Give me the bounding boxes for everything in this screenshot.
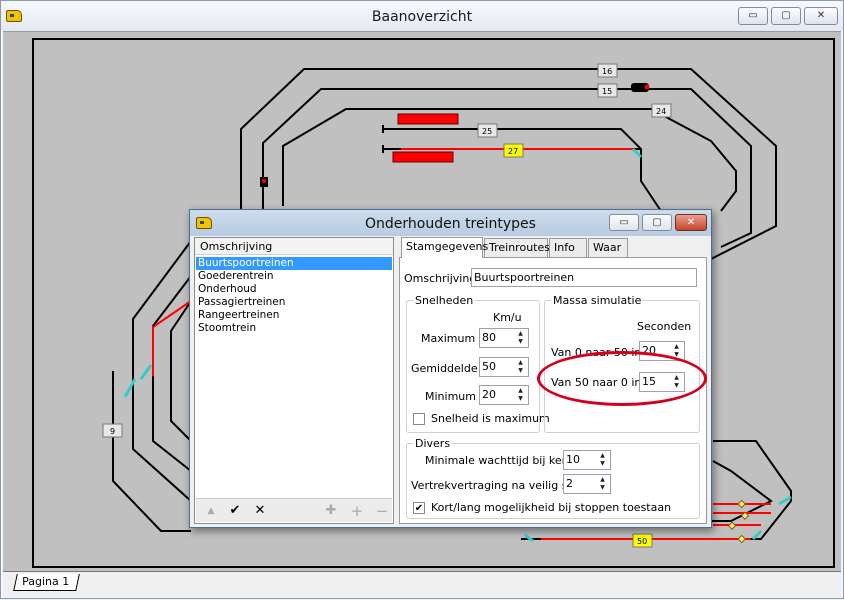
remove-icon[interactable]: − (373, 503, 391, 519)
dialog-close-button[interactable]: ✕ (675, 214, 707, 231)
list-item[interactable]: Stoomtrein (196, 322, 392, 335)
gemiddelde-value: 50 (482, 360, 496, 373)
vertrekvertraging-spinner[interactable]: 2 ▲ ▼ (563, 474, 611, 494)
tab-pagina-1[interactable]: Pagina 1 (13, 574, 80, 591)
list-column-header[interactable]: Omschrijving (195, 238, 393, 255)
snelheden-group: Snelheden Km/u Maximum 80 ▲ ▼ Gemiddelde … (406, 294, 550, 433)
list-toolbar: ▲ ✔ ✕ ✚ + − (196, 498, 392, 522)
block-label-9: 9 (110, 427, 115, 436)
tab-pagina-1-label: Pagina 1 (22, 575, 70, 588)
list-item[interactable]: Rangeertreinen (196, 309, 392, 322)
block-label-25: 25 (482, 127, 492, 136)
cancel-icon[interactable]: ✕ (251, 503, 269, 519)
massa-legend: Massa simulatie (551, 294, 644, 307)
dialog-titlebar[interactable]: Onderhouden treintypes ▭ ▢ ✕ (190, 210, 711, 236)
block-label-50: 50 (637, 537, 647, 546)
block-label-27: 27 (508, 147, 518, 156)
list-item[interactable]: Onderhoud (196, 283, 392, 296)
spin-up-icon[interactable]: ▲ (514, 330, 527, 338)
snelheid-is-maximum-checkbox[interactable] (413, 413, 425, 425)
minimum-value: 20 (482, 388, 496, 401)
annotation-ellipse (537, 351, 707, 406)
tab-info[interactable]: Info (549, 238, 587, 257)
gemiddelde-spinner[interactable]: 50 ▲ ▼ (479, 357, 529, 377)
spin-up-icon[interactable]: ▲ (670, 343, 683, 351)
kort-lang-label[interactable]: Kort/lang mogelijkheid bij stoppen toest… (431, 501, 671, 514)
tab-stamgegevens[interactable]: Stamgegevens (401, 237, 488, 258)
checkmark-icon[interactable]: ✔ (226, 503, 244, 519)
gemiddelde-label: Gemiddelde (411, 362, 478, 375)
tab-treinroutes[interactable]: Treinroutes (484, 238, 550, 257)
list-item[interactable]: Buurtspoortreinen (196, 257, 392, 270)
tab-waar[interactable]: Waar (588, 238, 628, 257)
spin-up-icon[interactable]: ▲ (514, 359, 527, 367)
block-label-24: 24 (656, 107, 666, 116)
spin-down-icon[interactable]: ▼ (596, 460, 609, 468)
spin-up-icon[interactable]: ▲ (596, 452, 609, 460)
add-icon[interactable]: + (348, 503, 366, 519)
kmu-label: Km/u (493, 311, 522, 324)
spin-down-icon[interactable]: ▼ (514, 395, 527, 403)
treintype-list-panel: Omschrijving Buurtspoortreinen Goederent… (194, 237, 394, 524)
snelheid-is-maximum-label[interactable]: Snelheid is maximum (431, 412, 550, 425)
wachttijd-label: Minimale wachttijd bij keren (425, 454, 580, 467)
train-block-25 (397, 113, 459, 125)
minimum-label: Minimum (425, 390, 476, 403)
seconden-label: Seconden (637, 320, 692, 333)
maximum-spinner[interactable]: 80 ▲ ▼ (479, 328, 529, 348)
omschrijving-field[interactable]: Buurtspoortreinen (471, 268, 697, 287)
maximum-label: Maximum (421, 332, 476, 345)
list-item[interactable]: Passagiertreinen (196, 296, 392, 309)
train-block-27 (392, 151, 454, 163)
maximum-value: 80 (482, 331, 496, 344)
minimum-spinner[interactable]: 20 ▲ ▼ (479, 385, 529, 405)
spin-up-icon[interactable]: ▲ (514, 387, 527, 395)
vertrekvertraging-value: 2 (566, 477, 573, 490)
divers-group: Divers Minimale wachttijd bij keren 10 ▲… (406, 437, 700, 519)
spin-down-icon[interactable]: ▼ (514, 338, 527, 346)
list-item[interactable]: Goederentrein (196, 270, 392, 283)
page-tabbar: Pagina 1 (3, 571, 841, 598)
omschrijving-label: Omschrijving (404, 272, 477, 285)
spin-down-icon[interactable]: ▼ (596, 484, 609, 492)
wachttijd-spinner[interactable]: 10 ▲ ▼ (563, 450, 611, 470)
vertrekvertraging-label: Vertrekvertraging na veilig sein (411, 479, 585, 492)
move-up-icon[interactable]: ▲ (202, 503, 220, 519)
snelheden-legend: Snelheden (413, 294, 476, 307)
spin-up-icon[interactable]: ▲ (596, 476, 609, 484)
dialog-minimize-button[interactable]: ▭ (609, 214, 639, 231)
block-label-16: 16 (602, 67, 612, 76)
dialog-tabs: Stamgegevens Treinroutes Info Waar (399, 237, 707, 258)
kort-lang-checkbox[interactable]: ✔ (413, 502, 425, 514)
dialog-maximize-button[interactable]: ▢ (642, 214, 672, 231)
spin-down-icon[interactable]: ▼ (514, 367, 527, 375)
divers-legend: Divers (413, 437, 453, 450)
wachttijd-value: 10 (566, 453, 580, 466)
treintype-list[interactable]: Buurtspoortreinen Goederentrein Onderhou… (196, 257, 392, 335)
add-multiple-icon[interactable]: ✚ (322, 503, 340, 519)
block-label-15: 15 (602, 87, 612, 96)
